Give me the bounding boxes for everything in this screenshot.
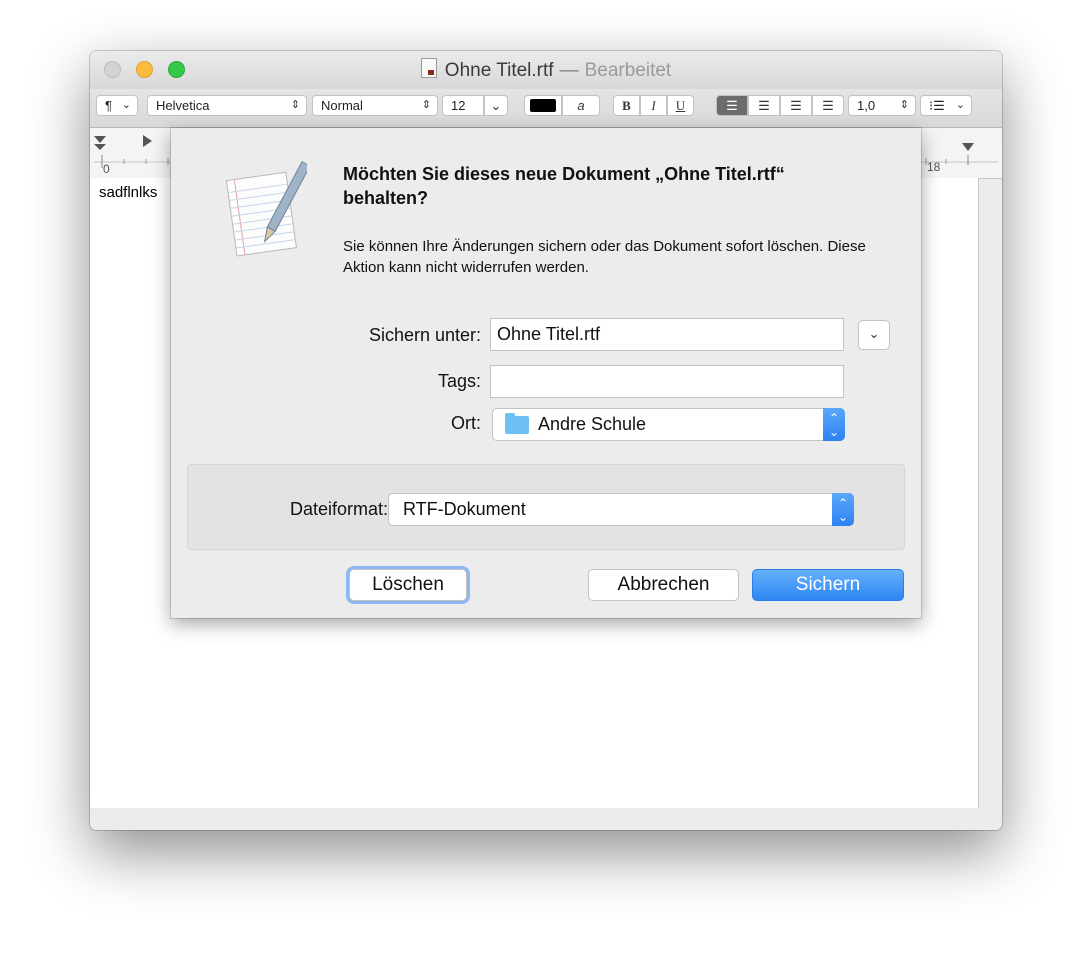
line-spacing-popup[interactable]: 1,0 ⇕ (848, 95, 916, 116)
align-center-icon: ☰ (758, 98, 770, 113)
file-format-label: Dateiformat: (289, 499, 388, 519)
align-right-button[interactable]: ☰ (780, 95, 812, 116)
delete-button[interactable]: Löschen (349, 569, 467, 601)
location-value: Andre Schule (538, 414, 647, 434)
bold-label: B (622, 98, 631, 113)
font-size-field[interactable]: 12 (442, 95, 484, 116)
textedit-app-icon (225, 161, 307, 257)
font-style-label: Normal (321, 98, 363, 113)
ruler-end-label: 18 (927, 160, 941, 174)
title-filename: Ohne Titel.rtf (444, 60, 554, 81)
location-label: Ort: (451, 413, 481, 433)
align-left-icon: ☰ (726, 98, 738, 113)
list-popup[interactable]: ⁝☰ ⌄ (920, 95, 972, 116)
chevron-down-icon: ⌄ (490, 98, 502, 113)
tags-label: Tags: (437, 371, 481, 391)
color-swatch-icon (530, 99, 556, 112)
text-color-button[interactable] (524, 95, 562, 116)
font-style-popup[interactable]: Normal ⇕ (312, 95, 438, 116)
file-format-popup[interactable]: RTF-Dokument ⌃ ⌄ (388, 493, 854, 526)
expand-dialog-button[interactable]: ⌄ (858, 320, 890, 350)
font-family-popup[interactable]: Helvetica ⇕ (147, 95, 307, 116)
up-down-chevron-icon: ⌃ ⌄ (832, 493, 854, 526)
justify-icon: ☰ (822, 98, 834, 113)
line-spacing-label: 1,0 (857, 98, 876, 113)
background-color-label: a (577, 98, 585, 113)
up-down-chevron-icon: ⇕ (421, 99, 431, 111)
tags-field[interactable] (490, 365, 844, 398)
font-size-value: 12 (451, 98, 466, 113)
save-dialog: Möchten Sie dieses neue Dokument „Ohne T… (171, 128, 921, 618)
save-as-field[interactable]: Ohne Titel.rtf (490, 318, 844, 351)
cancel-button[interactable]: Abbrechen (588, 569, 739, 601)
up-down-chevron-icon: ⇕ (899, 99, 909, 111)
paragraph-style-popup[interactable]: ¶ ⌄ (96, 95, 138, 116)
italic-button[interactable]: I (640, 95, 667, 116)
align-left-button[interactable]: ☰ (716, 95, 748, 116)
underline-button[interactable]: U (667, 95, 694, 116)
save-as-label: Sichern unter: (368, 325, 481, 345)
align-right-icon: ☰ (790, 98, 802, 113)
ruler-start-label: 0 (103, 162, 110, 176)
document-icon (420, 58, 437, 78)
up-down-chevron-icon: ⌃ ⌄ (823, 408, 845, 441)
format-toolbar: ¶ ⌄ Helvetica ⇕ Normal ⇕ 12 ⌄ a B I U ☰ ☰ ☰… (90, 89, 1002, 128)
align-center-button[interactable]: ☰ (748, 95, 780, 116)
file-format-panel: Dateiformat: RTF-Dokument ⌃ ⌄ (187, 464, 905, 550)
chevron-down-icon: ⌄ (121, 99, 131, 111)
left-indent-marker (94, 144, 106, 150)
paragraph-style-label: ¶ (105, 98, 112, 113)
dialog-message: Sie können Ihre Änderungen sichern oder … (343, 238, 866, 276)
file-format-value: RTF-Dokument (403, 499, 526, 519)
bold-button[interactable]: B (613, 95, 640, 116)
title-edit-state: Bearbeitet (584, 60, 672, 81)
location-popup[interactable]: Andre Schule ⌃ ⌄ (492, 408, 845, 441)
title-bar[interactable]: Ohne Titel.rtf — Bearbeitet (90, 51, 1002, 89)
justify-button[interactable]: ☰ (812, 95, 844, 116)
list-bullets-icon: ⁝☰ (929, 98, 945, 113)
right-indent-marker (962, 143, 974, 151)
italic-label: I (651, 98, 656, 113)
folder-icon (505, 413, 529, 434)
title-separator: — (559, 60, 579, 81)
window-title: Ohne Titel.rtf — Bearbeitet (90, 58, 1002, 82)
chevron-down-icon: ⌄ (868, 326, 880, 341)
dialog-heading: Möchten Sie dieses neue Dokument „Ohne T… (343, 164, 785, 208)
font-family-label: Helvetica (156, 98, 210, 113)
save-button[interactable]: Sichern (752, 569, 904, 601)
font-size-menu-button[interactable]: ⌄ (484, 95, 508, 116)
up-down-chevron-icon: ⇕ (290, 99, 300, 111)
document-text: sadflnlks (99, 184, 158, 201)
background-color-button[interactable]: a (562, 95, 600, 116)
chevron-down-icon: ⌄ (955, 99, 965, 111)
first-line-indent-marker (94, 136, 106, 143)
underline-label: U (675, 98, 686, 113)
tab-stop-marker (143, 135, 152, 147)
